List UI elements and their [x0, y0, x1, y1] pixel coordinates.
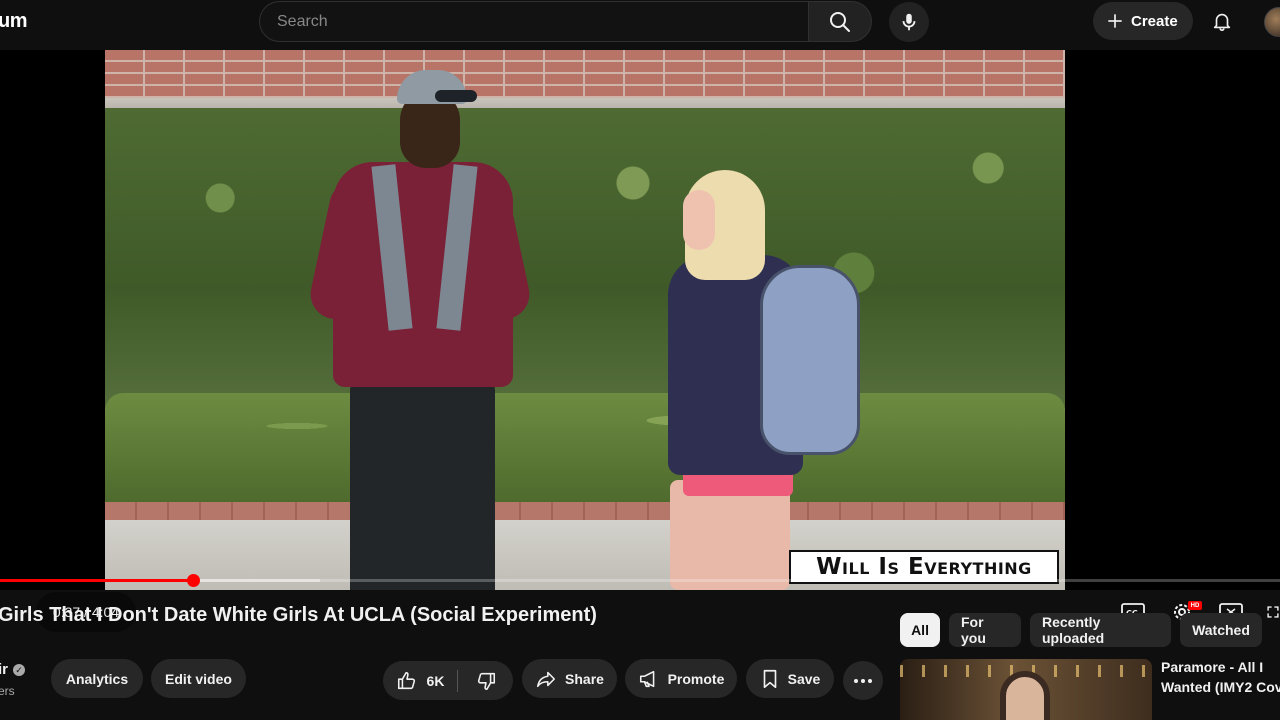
- channel-name[interactable]: ir: [0, 661, 8, 678]
- promote-label: Promote: [667, 670, 725, 687]
- search-button[interactable]: [808, 1, 872, 42]
- man-legs: [350, 380, 495, 590]
- thumbs-up-icon: [397, 671, 415, 689]
- bookmark-icon: [763, 669, 776, 688]
- dislike-button[interactable]: [458, 661, 513, 700]
- like-button[interactable]: 6K: [383, 661, 457, 700]
- chip-for-you[interactable]: For you: [949, 613, 1021, 647]
- recommended-thumbnail[interactable]: [900, 659, 1152, 720]
- thumbs-down-icon: [477, 672, 495, 690]
- notifications-button[interactable]: [1203, 2, 1241, 40]
- mic-icon: [902, 13, 916, 31]
- save-button[interactable]: Save: [746, 659, 834, 698]
- video-frame[interactable]: Will Is Everything: [105, 50, 1065, 590]
- more-horizontal-icon: [854, 678, 872, 683]
- create-button[interactable]: Create: [1093, 2, 1193, 40]
- verified-icon: ✓: [13, 664, 25, 676]
- search-icon: [830, 11, 850, 32]
- fullscreen-icon: [1267, 606, 1279, 618]
- chip-watched[interactable]: Watched: [1180, 613, 1262, 647]
- bell-icon: [1213, 13, 1231, 31]
- logo[interactable]: um: [0, 10, 28, 33]
- curb: [105, 502, 1065, 520]
- recommended-title[interactable]: Paramore - All I Wanted (IMY2 Cov: [1161, 657, 1280, 701]
- search-input[interactable]: [277, 12, 809, 31]
- top-bar: um Create: [0, 0, 1280, 44]
- megaphone-icon: [639, 670, 654, 687]
- low-hedge: [105, 393, 1065, 503]
- analytics-button[interactable]: Analytics: [51, 659, 143, 698]
- voice-search-button[interactable]: [889, 2, 929, 42]
- account-avatar[interactable]: [1264, 7, 1280, 37]
- man-cap-brim: [435, 90, 477, 102]
- woman-legs: [670, 480, 790, 590]
- share-label: Share: [565, 670, 604, 687]
- woman-backpack: [760, 265, 860, 455]
- video-title: Girls That I Don't Date White Girls At U…: [0, 604, 597, 626]
- promote-button[interactable]: Promote: [625, 659, 737, 698]
- like-count: 6K: [426, 672, 445, 689]
- plus-icon: [1108, 14, 1122, 28]
- hd-badge: HD: [1188, 601, 1202, 610]
- like-dislike-group: 6K: [383, 661, 513, 700]
- subscriber-count: ers: [0, 684, 15, 698]
- video-player[interactable]: Will Is Everything 0:37 / 4:04 CC HD: [0, 50, 1280, 632]
- save-label: Save: [787, 670, 821, 687]
- more-actions-button[interactable]: [843, 661, 883, 700]
- fullscreen-button[interactable]: [1266, 600, 1280, 624]
- woman-face: [683, 190, 715, 250]
- share-icon: [537, 671, 556, 687]
- chip-all[interactable]: All: [900, 613, 940, 647]
- edit-video-button[interactable]: Edit video: [151, 659, 246, 698]
- progress-played: [0, 579, 194, 582]
- man-sweater: [333, 162, 513, 387]
- progress-bar[interactable]: [0, 574, 1280, 587]
- search-box[interactable]: [259, 1, 809, 42]
- share-button[interactable]: Share: [522, 659, 617, 698]
- create-label: Create: [1131, 12, 1178, 30]
- tall-hedge: [105, 108, 1065, 408]
- thumbnail-person: [1000, 671, 1050, 720]
- chip-recently-uploaded[interactable]: Recently uploaded: [1030, 613, 1171, 647]
